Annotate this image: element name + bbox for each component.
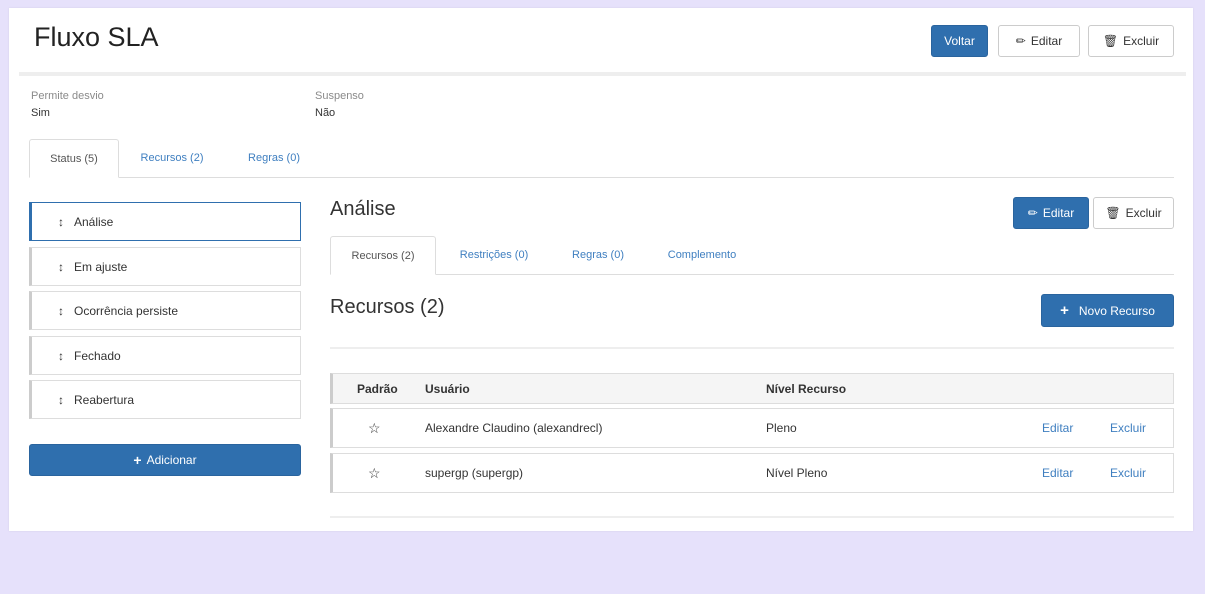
status-item-ocorrencia-persiste[interactable]: ↕ Ocorrência persiste <box>29 291 301 330</box>
tab-status[interactable]: Status (5) <box>29 139 119 178</box>
tab-detail-recursos[interactable]: Recursos (2) <box>330 236 436 275</box>
row-delete-link[interactable]: Excluir <box>1110 409 1146 447</box>
status-item-reabertura[interactable]: ↕ Reabertura <box>29 380 301 419</box>
main-tabs: Status (5) Recursos (2) Regras (0) <box>29 139 1174 178</box>
detail-tabs: Recursos (2) Restrições (0) Regras (0) C… <box>330 236 1174 275</box>
status-item-em-ajuste[interactable]: ↕ Em ajuste <box>29 247 301 286</box>
status-item-analise[interactable]: ↕ Análise <box>29 202 301 241</box>
cell-nivel-recurso: Pleno <box>766 421 797 435</box>
status-item-label: Ocorrência persiste <box>74 303 179 318</box>
divider <box>330 347 1174 349</box>
star-icon[interactable]: ☆ <box>368 454 381 492</box>
trash-icon: 🗑 <box>1102 34 1119 48</box>
page-header: Fluxo SLA Voltar ✏ Editar 🗑 Excluir <box>19 8 1186 76</box>
resources-section-title: Recursos (2) <box>330 296 445 318</box>
detail-delete-button-label: Excluir <box>1125 206 1162 220</box>
column-header-nivel-recurso: Nível Recurso <box>766 381 847 396</box>
detail-delete-button[interactable]: 🗑 Excluir <box>1093 197 1174 229</box>
edit-button-label: Editar <box>1030 34 1063 48</box>
edit-button[interactable]: ✏ Editar <box>998 25 1080 57</box>
trash-icon: 🗑 <box>1105 206 1121 220</box>
column-header-usuario: Usuário <box>425 381 470 396</box>
drag-handle-icon: ↕ <box>58 214 64 229</box>
cell-nivel-recurso: Nível Pleno <box>766 466 828 480</box>
pencil-icon: ✏ <box>1015 34 1026 48</box>
table-row: ☆ supergp (supergp) Nível Pleno Editar E… <box>330 453 1174 493</box>
row-edit-link[interactable]: Editar <box>1042 454 1073 492</box>
drag-handle-icon: ↕ <box>58 348 64 363</box>
field-label-permite-desvio: Permite desvio <box>31 90 104 102</box>
detail-edit-button[interactable]: ✏ Editar <box>1013 197 1089 229</box>
plus-icon: + <box>1060 302 1069 319</box>
tab-detail-restricoes[interactable]: Restrições (0) <box>442 236 546 274</box>
pencil-icon: ✏ <box>1027 206 1038 220</box>
detail-edit-button-label: Editar <box>1042 206 1075 220</box>
delete-button-label: Excluir <box>1123 34 1160 48</box>
page-title: Fluxo SLA <box>34 22 159 52</box>
tab-recursos[interactable]: Recursos (2) <box>122 139 222 177</box>
cell-usuario: supergp (supergp) <box>425 466 524 480</box>
divider <box>330 516 1174 518</box>
status-item-label: Análise <box>74 214 114 229</box>
detail-title: Análise <box>330 198 396 220</box>
status-item-fechado[interactable]: ↕ Fechado <box>29 336 301 375</box>
status-item-label: Fechado <box>74 348 121 363</box>
row-edit-link[interactable]: Editar <box>1042 409 1073 447</box>
field-label-suspenso: Suspenso <box>315 90 364 102</box>
table-header: Padrão Usuário Nível Recurso <box>330 373 1174 404</box>
tab-detail-complemento[interactable]: Complemento <box>652 236 752 274</box>
drag-handle-icon: ↕ <box>58 303 64 318</box>
column-header-padrao: Padrão <box>357 381 398 396</box>
star-icon[interactable]: ☆ <box>368 409 381 447</box>
add-status-button-label: Adicionar <box>146 453 197 467</box>
add-status-button[interactable]: + Adicionar <box>29 444 301 476</box>
drag-handle-icon: ↕ <box>58 259 64 274</box>
new-resource-button[interactable]: + Novo Recurso <box>1041 294 1174 327</box>
drag-handle-icon: ↕ <box>58 392 64 407</box>
status-item-label: Em ajuste <box>74 259 128 274</box>
field-value-permite-desvio: Sim <box>31 107 50 119</box>
back-button[interactable]: Voltar <box>931 25 988 57</box>
tab-regras[interactable]: Regras (0) <box>229 139 319 177</box>
status-item-label: Reabertura <box>74 392 135 407</box>
table-row: ☆ Alexandre Claudino (alexandrecl) Pleno… <box>330 408 1174 448</box>
cell-usuario: Alexandre Claudino (alexandrecl) <box>425 421 603 435</box>
back-button-label: Voltar <box>944 34 975 48</box>
plus-icon: + <box>133 452 142 468</box>
field-value-suspenso: Não <box>315 107 336 119</box>
row-delete-link[interactable]: Excluir <box>1110 454 1146 492</box>
delete-button[interactable]: 🗑 Excluir <box>1088 25 1174 57</box>
tab-detail-regras[interactable]: Regras (0) <box>556 236 640 274</box>
main-panel: Fluxo SLA Voltar ✏ Editar 🗑 Excluir Perm… <box>9 8 1193 531</box>
new-resource-button-label: Novo Recurso <box>1078 303 1155 318</box>
